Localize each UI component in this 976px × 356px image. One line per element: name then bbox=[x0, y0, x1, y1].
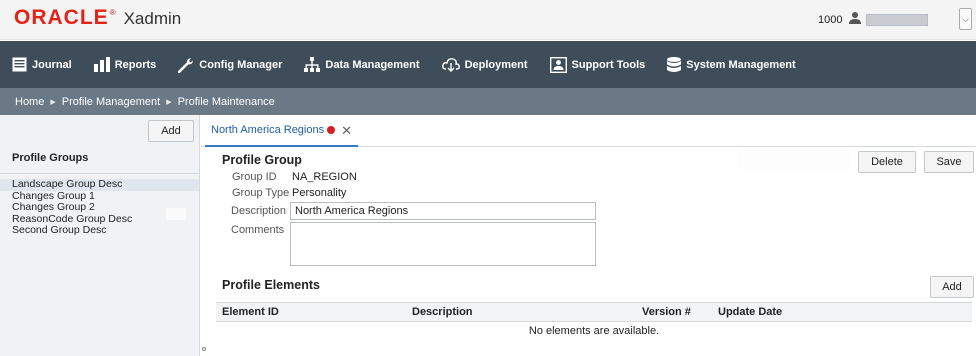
list-blank-marker bbox=[166, 208, 186, 220]
column-version[interactable]: Version # bbox=[642, 306, 691, 318]
list-item-second-group[interactable]: Second Group Desc bbox=[0, 225, 199, 237]
cloud-download-icon bbox=[441, 57, 460, 72]
profile-groups-title: Profile Groups bbox=[12, 152, 89, 164]
store-number: 1000 bbox=[818, 14, 843, 26]
user-menu-dropdown[interactable]: ⌵ bbox=[959, 8, 972, 30]
breadcrumb-home[interactable]: Home bbox=[15, 96, 44, 108]
chevron-down-icon: ⌵ bbox=[962, 13, 969, 24]
list-item-landscape-group[interactable]: Landscape Group Desc bbox=[0, 178, 199, 191]
main-nav: Journal Reports Config Manager Data Mana… bbox=[0, 41, 976, 88]
nav-reports[interactable]: Reports bbox=[93, 57, 157, 72]
comments-label: Comments bbox=[231, 224, 285, 236]
nav-journal-label: Journal bbox=[32, 58, 72, 71]
delete-button[interactable]: Delete bbox=[858, 151, 916, 173]
group-type-label: Group Type bbox=[232, 187, 290, 199]
bar-chart-icon bbox=[93, 57, 110, 72]
app-name: Xadmin bbox=[123, 9, 182, 28]
breadcrumb-separator-icon: ▶ bbox=[50, 98, 56, 106]
nav-data-management[interactable]: Data Management bbox=[304, 56, 420, 73]
tab-north-america-regions[interactable]: North America Regions ✕ bbox=[205, 115, 359, 147]
nav-data-management-label: Data Management bbox=[325, 58, 420, 71]
group-id-value: NA_REGION bbox=[292, 171, 357, 183]
nav-support-tools-label: Support Tools bbox=[571, 58, 646, 71]
empty-table-message: No elements are available. bbox=[528, 325, 660, 337]
tab-strip: North America Regions ✕ bbox=[201, 115, 976, 147]
journal-icon bbox=[12, 57, 27, 72]
group-type-value: Personality bbox=[292, 187, 347, 199]
database-icon bbox=[667, 56, 682, 72]
breadcrumb-profile-maintenance: Profile Maintenance bbox=[177, 95, 275, 108]
column-element-id[interactable]: Element ID bbox=[222, 306, 279, 318]
column-description[interactable]: Description bbox=[412, 306, 473, 318]
description-input[interactable]: North America Regions bbox=[290, 202, 596, 220]
nav-system-management-label: System Management bbox=[686, 58, 796, 71]
hierarchy-icon bbox=[304, 56, 321, 72]
nav-config-manager-label: Config Manager bbox=[199, 58, 283, 71]
profile-elements-title: Profile Elements bbox=[222, 278, 320, 292]
divider bbox=[0, 173, 199, 174]
close-icon[interactable]: ✕ bbox=[341, 124, 352, 137]
tab-label: North America Regions bbox=[211, 124, 325, 136]
nav-reports-label: Reports bbox=[114, 58, 157, 71]
nav-deployment[interactable]: Deployment bbox=[441, 57, 528, 73]
breadcrumb: Home ▶ Profile Management ▶ Profile Main… bbox=[0, 88, 976, 115]
app-header: ORACLE ® Xadmin 1000 ⌵ bbox=[0, 0, 976, 40]
add-element-button[interactable]: Add bbox=[930, 276, 974, 298]
description-label: Description bbox=[231, 205, 287, 217]
registered-mark: ® bbox=[109, 8, 116, 17]
support-person-icon bbox=[549, 56, 567, 73]
nav-deployment-label: Deployment bbox=[464, 58, 528, 71]
column-update-date[interactable]: Update Date bbox=[718, 306, 782, 318]
breadcrumb-profile-management[interactable]: Profile Management bbox=[62, 96, 160, 108]
wrench-icon bbox=[178, 57, 194, 73]
profile-groups-panel: Add Profile Groups Landscape Group Desc … bbox=[0, 115, 200, 356]
profile-group-title: Profile Group bbox=[222, 153, 302, 167]
comments-textarea[interactable] bbox=[290, 222, 596, 266]
user-icon bbox=[849, 12, 861, 24]
group-id-label: Group ID bbox=[232, 171, 277, 183]
elements-table-header: Element ID Description Version # Update … bbox=[216, 302, 972, 322]
nav-config-manager[interactable]: Config Manager bbox=[178, 57, 282, 73]
nav-system-management[interactable]: System Management bbox=[667, 56, 796, 73]
add-group-button[interactable]: Add bbox=[148, 120, 194, 142]
brand-wordmark: ORACLE bbox=[14, 6, 109, 29]
save-button[interactable]: Save bbox=[924, 151, 974, 173]
user-name-redacted[interactable] bbox=[866, 14, 928, 26]
unsaved-indicator-icon bbox=[327, 126, 336, 134]
oracle-logo: ORACLE ® Xadmin bbox=[14, 6, 181, 30]
nav-support-tools[interactable]: Support Tools bbox=[549, 56, 646, 73]
nav-journal[interactable]: Journal bbox=[12, 57, 72, 72]
breadcrumb-separator-icon: ▶ bbox=[166, 98, 172, 106]
splitter-handle[interactable] bbox=[202, 347, 206, 351]
blank-field bbox=[739, 150, 851, 170]
